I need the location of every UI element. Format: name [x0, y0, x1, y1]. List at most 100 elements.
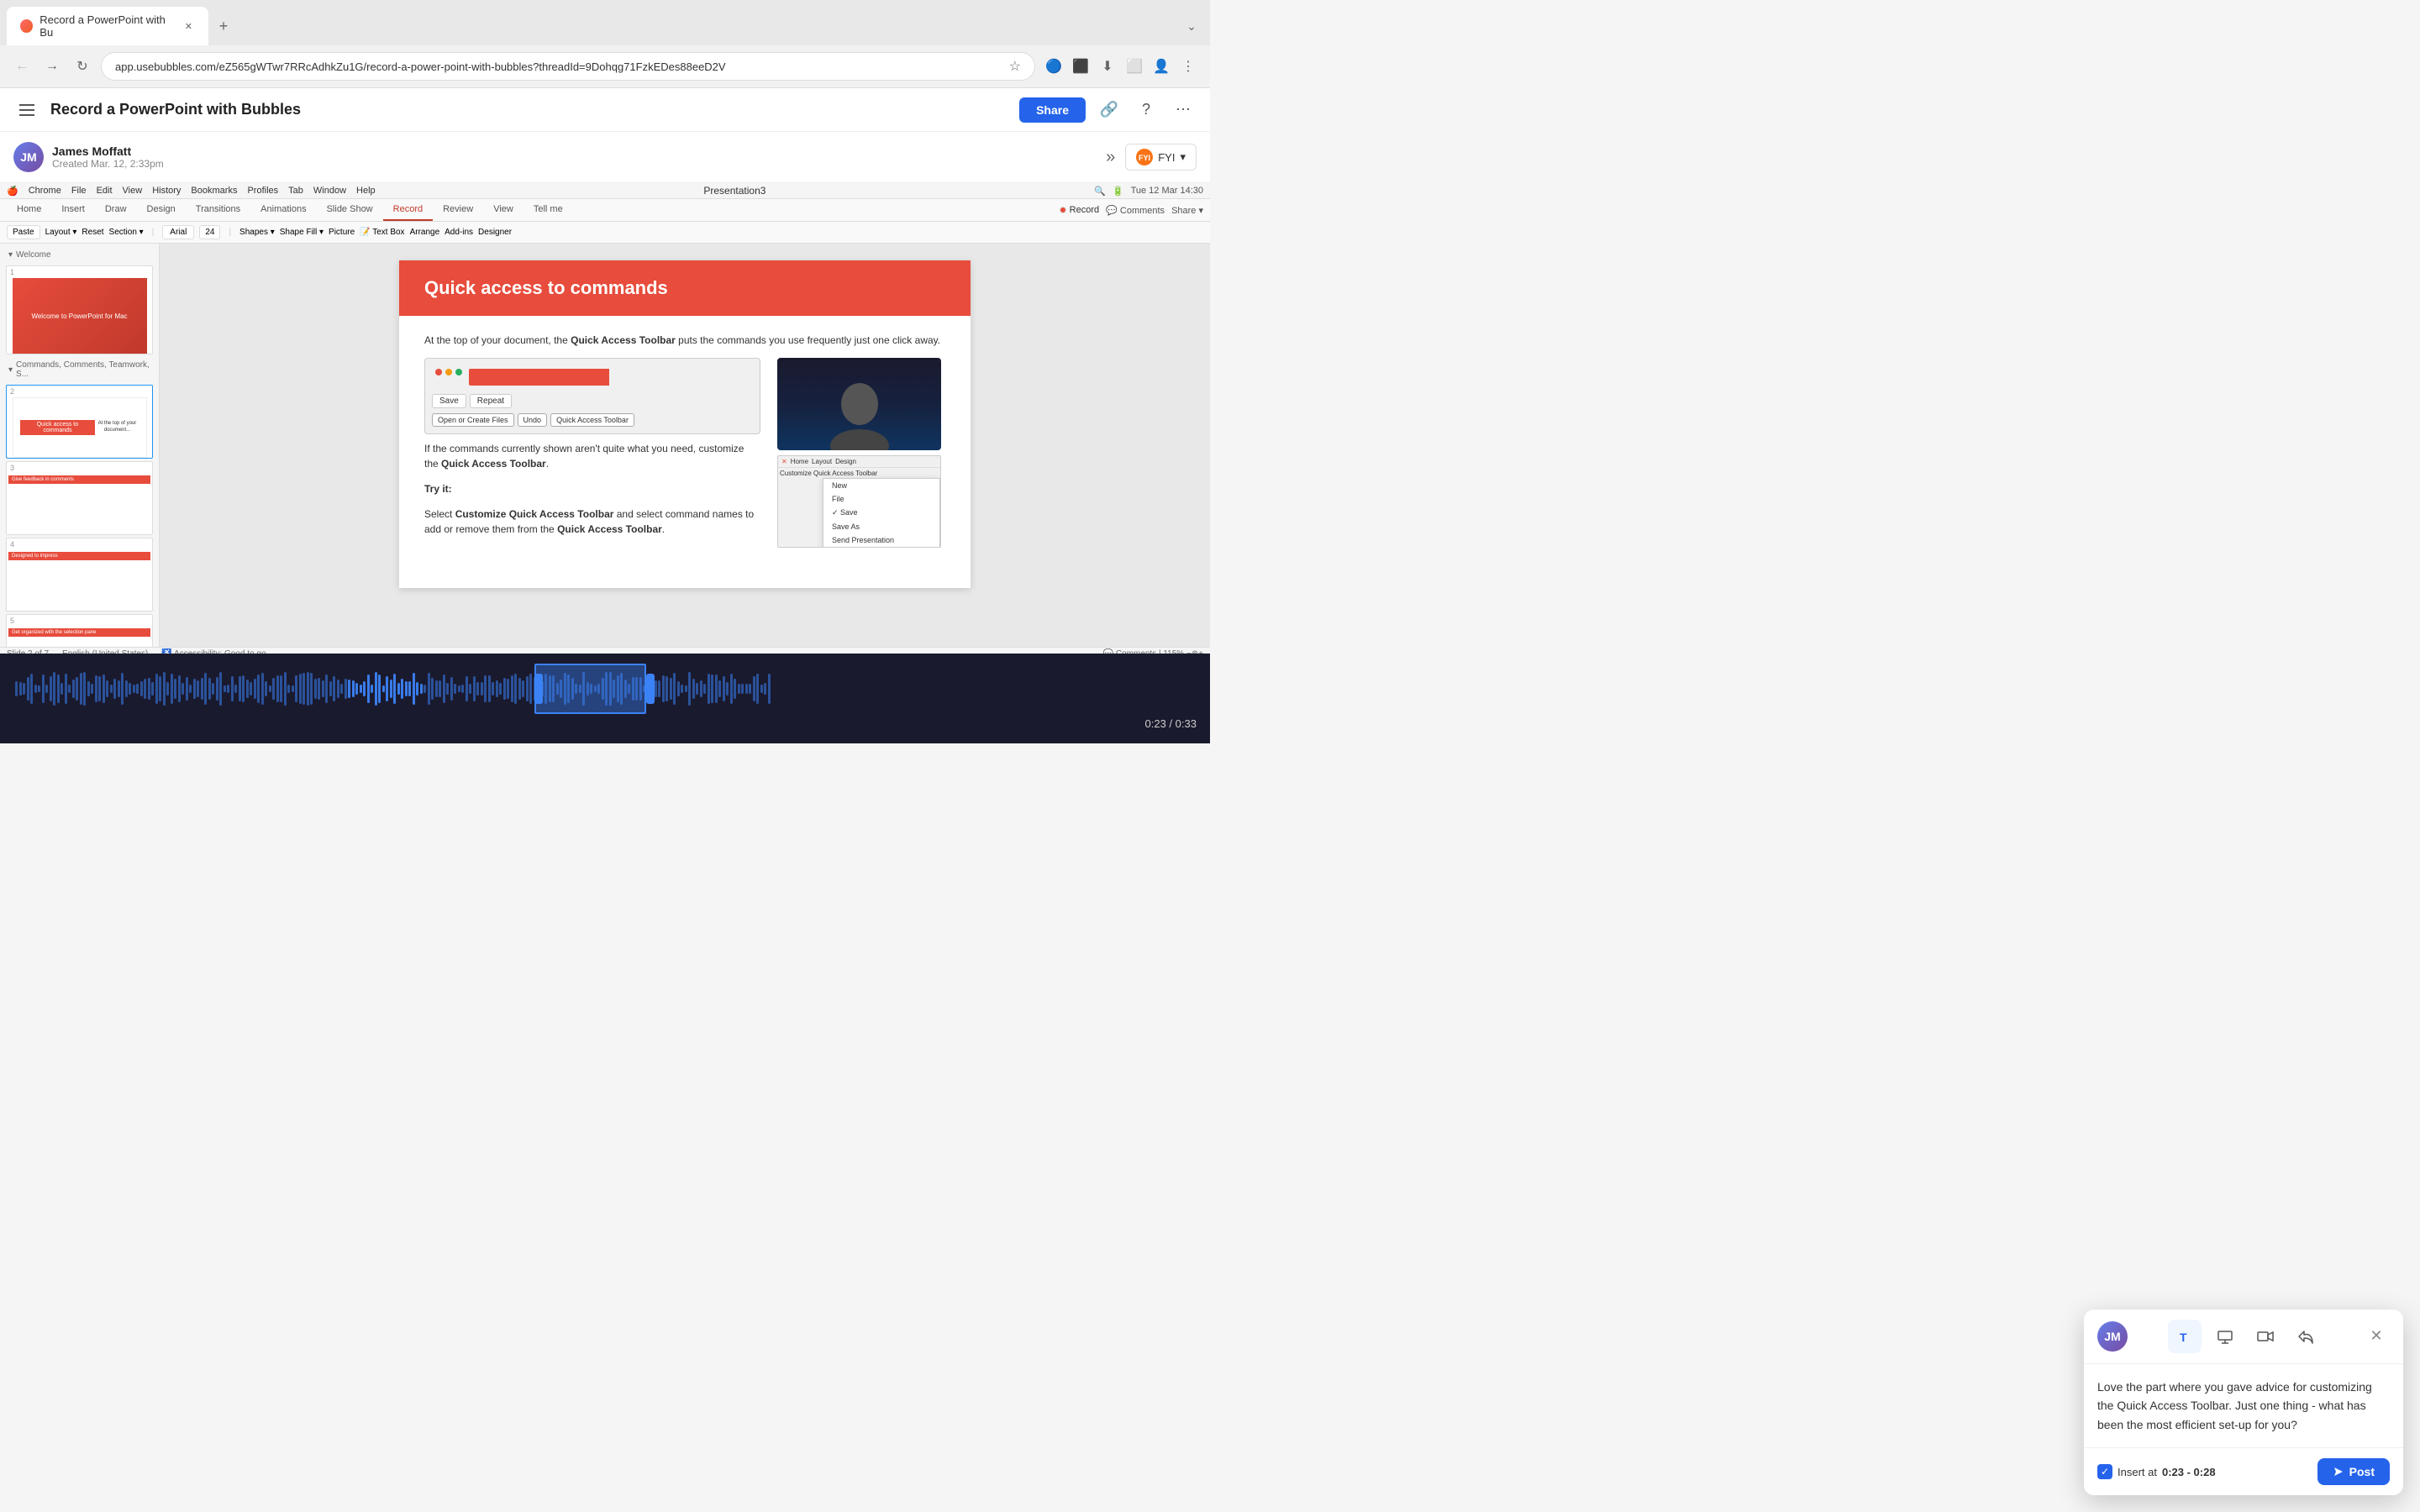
- ppt-tab-insert[interactable]: Insert: [51, 199, 95, 221]
- ppt-slide-5[interactable]: 5 Get organized with the selection pane: [6, 614, 153, 647]
- waveform-selection[interactable]: [534, 664, 647, 714]
- ppt-layout-btn[interactable]: Layout ▾: [45, 228, 77, 237]
- link-icon[interactable]: 🔗: [1096, 97, 1123, 123]
- help-icon[interactable]: ?: [1133, 97, 1160, 123]
- waveform[interactable]: [13, 664, 1197, 714]
- ppt-ribbon-actions: Record 💬 Comments Share ▾: [1060, 199, 1203, 221]
- ppt-tab-view[interactable]: View: [483, 199, 523, 221]
- video-tool-button[interactable]: [2249, 1320, 2282, 1353]
- author-row: JM James Moffatt Created Mar. 12, 2:33pm…: [0, 132, 1210, 183]
- ppt-menu-bookmarks[interactable]: Bookmarks: [191, 186, 237, 196]
- ppt-slide-num-5: 5: [7, 615, 152, 627]
- ppt-menu-window[interactable]: Window: [313, 186, 346, 196]
- ppt-tab-review[interactable]: Review: [433, 199, 483, 221]
- waveform-handle-left[interactable]: [534, 674, 543, 704]
- ppt-addin-btn[interactable]: Add-ins: [445, 228, 473, 237]
- more-button[interactable]: ⋮: [1176, 55, 1200, 78]
- ppt-slide-2[interactable]: 2 Quick access to commands At the top of…: [6, 385, 153, 459]
- address-bar-row: ← → ↻ app.usebubbles.com/eZ565gWTwr7RRcA…: [0, 45, 1210, 87]
- ppt-section-btn[interactable]: Section ▾: [109, 228, 144, 237]
- ppt-undo-btn[interactable]: Undo: [518, 413, 548, 427]
- ppt-menu-send[interactable]: Send Presentation: [823, 533, 939, 547]
- ppt-menu-file[interactable]: File: [71, 186, 87, 196]
- ppt-qat-btn[interactable]: Quick Access Toolbar: [550, 413, 634, 427]
- ppt-menu-items: 🍎 Chrome File Edit View History Bookmark…: [7, 186, 376, 197]
- ppt-menu-edit[interactable]: Edit: [97, 186, 113, 196]
- post-button[interactable]: Post: [2317, 1458, 2390, 1485]
- ppt-tab-design[interactable]: Design: [137, 199, 186, 221]
- text-tool-button[interactable]: T: [2168, 1320, 2202, 1353]
- ppt-picture-btn[interactable]: Picture: [329, 228, 355, 237]
- ppt-shape-fill-btn[interactable]: Shape Fill ▾: [280, 228, 324, 237]
- expand-arrows-button[interactable]: »: [1106, 148, 1115, 167]
- waveform-handle-right[interactable]: [646, 674, 655, 704]
- ppt-slide-3[interactable]: 3 Give feedback in comments: [6, 461, 153, 535]
- ppt-slide-indicator: Slide 2 of 7: [7, 649, 49, 654]
- profile-icon[interactable]: 👤: [1150, 55, 1173, 78]
- ppt-menu-help[interactable]: Help: [356, 186, 376, 196]
- bookmark-icon[interactable]: ☆: [1009, 58, 1021, 75]
- download-icon[interactable]: ⬇: [1096, 55, 1119, 78]
- hamburger-button[interactable]: [13, 97, 40, 123]
- share-button[interactable]: Share: [1019, 97, 1086, 123]
- ppt-slide-1[interactable]: 1 Welcome to PowerPoint for Mac: [6, 265, 153, 354]
- ppt-paste-btn[interactable]: Paste: [7, 225, 40, 239]
- ppt-menu-profiles[interactable]: Profiles: [247, 186, 278, 196]
- fyi-button[interactable]: FYI FYI ▾: [1125, 144, 1197, 171]
- ppt-menu-save-as[interactable]: Save As: [823, 520, 939, 533]
- ppt-slide-title: Quick access to commands: [424, 277, 945, 299]
- new-tab-button[interactable]: +: [212, 14, 235, 38]
- ppt-arrange-btn[interactable]: Arrange: [410, 228, 440, 237]
- ppt-status-bar: Slide 2 of 7 English (United States) ♿ A…: [0, 647, 1210, 654]
- comment-close-button[interactable]: ✕: [2363, 1323, 2390, 1350]
- ppt-record-button[interactable]: Record: [1060, 205, 1099, 215]
- ppt-designer-btn[interactable]: Designer: [478, 228, 512, 237]
- refresh-button[interactable]: ↻: [71, 55, 94, 78]
- address-bar[interactable]: app.usebubbles.com/eZ565gWTwr7RRcAdhkZu1…: [101, 52, 1035, 81]
- reply-tool-button[interactable]: [2289, 1320, 2323, 1353]
- bubbles-extension-icon[interactable]: 🔵: [1042, 55, 1065, 78]
- ppt-menu-print[interactable]: Print: [823, 547, 939, 548]
- ppt-slide-4[interactable]: 4 Designed to impress: [6, 538, 153, 612]
- ppt-tab-draw[interactable]: Draw: [95, 199, 137, 221]
- forward-button[interactable]: →: [40, 55, 64, 78]
- ppt-font-size[interactable]: 24: [199, 225, 220, 239]
- ppt-tab-transitions[interactable]: Transitions: [186, 199, 250, 221]
- ppt-menu-new[interactable]: New: [823, 479, 939, 492]
- ppt-open-btn[interactable]: Open or Create Files: [432, 413, 514, 427]
- ppt-tab-slideshow[interactable]: Slide Show: [317, 199, 383, 221]
- comment-text: Love the part where you gave advice for …: [2097, 1378, 2390, 1434]
- expand-tabs-button[interactable]: ⌄: [1180, 14, 1203, 38]
- ppt-body-left: Save Repeat Open or Create Files Undo Qu…: [424, 358, 760, 548]
- ppt-tab-record[interactable]: Record: [383, 199, 433, 221]
- ppt-battery: 🔋: [1113, 186, 1124, 197]
- active-tab[interactable]: Record a PowerPoint with Bu ✕: [7, 7, 208, 45]
- ppt-tab-tellme[interactable]: Tell me: [523, 199, 573, 221]
- tab-close-button[interactable]: ✕: [182, 19, 195, 33]
- ppt-person-silhouette: [777, 358, 941, 450]
- ppt-shapes-btn[interactable]: Shapes ▾: [239, 228, 275, 237]
- ppt-menu-history[interactable]: History: [152, 186, 181, 196]
- ppt-share-label[interactable]: Share ▾: [1171, 205, 1203, 216]
- more-options-icon[interactable]: ⋯: [1170, 97, 1197, 123]
- back-button[interactable]: ←: [10, 55, 34, 78]
- ppt-menu-chrome[interactable]: Chrome: [29, 186, 61, 196]
- screen-tool-button[interactable]: [2208, 1320, 2242, 1353]
- ppt-menu-view[interactable]: View: [123, 186, 143, 196]
- ppt-tab-home[interactable]: Home: [7, 199, 51, 221]
- ppt-repeat-btn[interactable]: Repeat: [470, 394, 512, 408]
- ppt-reset-btn[interactable]: Reset: [82, 228, 103, 237]
- extensions-icon[interactable]: ⬛: [1069, 55, 1092, 78]
- comment-footer: ✓ Insert at 0:23 - 0:28 Post: [2084, 1447, 2403, 1495]
- ppt-tab-animations[interactable]: Animations: [250, 199, 316, 221]
- ppt-menu-tab[interactable]: Tab: [288, 186, 303, 196]
- ppt-menu-file-item[interactable]: File: [823, 492, 939, 506]
- ppt-menu-save[interactable]: Save: [823, 506, 939, 520]
- insert-checkbox[interactable]: ✓: [2097, 1464, 2112, 1479]
- ppt-textbox-btn[interactable]: 📝 Text Box: [360, 228, 404, 237]
- ppt-font-name[interactable]: Arial: [162, 225, 194, 239]
- ppt-save-btn[interactable]: Save: [432, 394, 466, 408]
- sidebar-icon[interactable]: ⬜: [1123, 55, 1146, 78]
- comment-tools: T: [2134, 1320, 2356, 1353]
- ppt-comments-label[interactable]: 💬 Comments: [1106, 205, 1165, 216]
